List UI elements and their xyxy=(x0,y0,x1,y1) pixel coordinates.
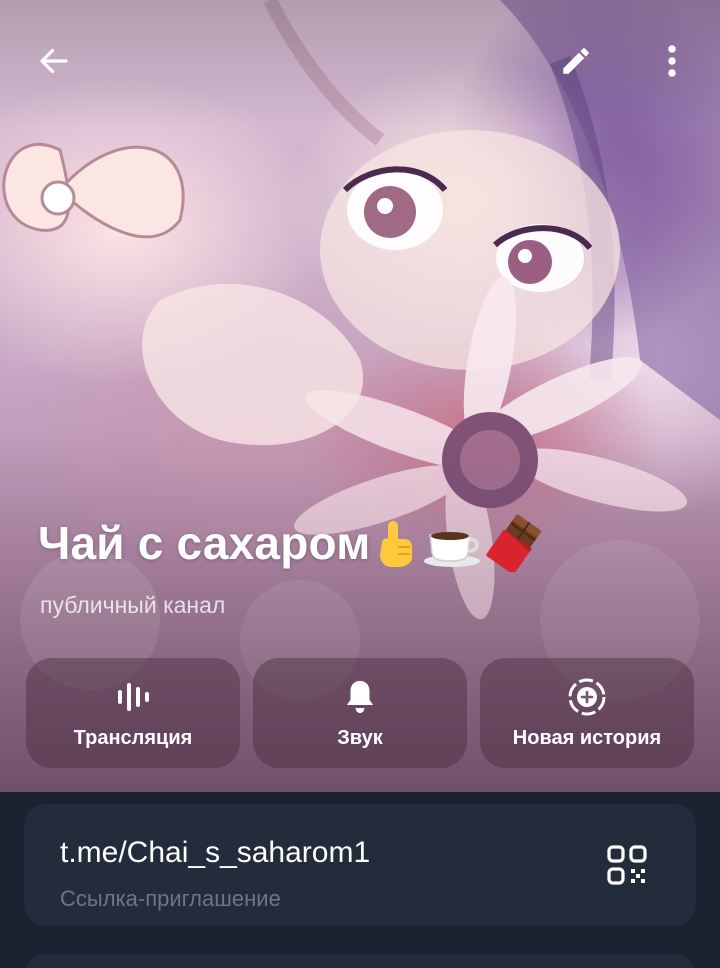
channel-type-subtitle: публичный канал xyxy=(40,592,226,618)
bell-icon xyxy=(342,677,378,717)
broadcast-icon xyxy=(115,677,151,717)
pointing-up-emoji-icon xyxy=(372,517,420,569)
channel-title: Чай с сахаром xyxy=(38,517,371,569)
edit-button[interactable] xyxy=(550,35,602,87)
sound-label: Звук xyxy=(337,726,383,749)
next-info-card xyxy=(24,954,696,968)
story-add-icon xyxy=(567,677,607,717)
more-options-button[interactable] xyxy=(646,35,698,87)
channel-info-section: t.me/Chai_s_saharom1 Ссылка-приглашение xyxy=(0,792,720,968)
coffee-emoji-icon xyxy=(422,517,484,569)
new-story-label: Новая история xyxy=(512,726,662,749)
invite-link-url[interactable]: t.me/Chai_s_saharom1 xyxy=(60,836,370,870)
invite-link-caption: Ссылка-приглашение xyxy=(60,886,281,911)
new-story-button[interactable]: Новая история xyxy=(480,658,694,768)
qr-code-button[interactable] xyxy=(592,830,662,900)
channel-title-row: Чай с сахаром xyxy=(38,514,544,572)
sound-button[interactable]: Звук xyxy=(253,658,467,768)
channel-profile-screen: Чай с сахаром публичный канал Трансляция… xyxy=(0,0,720,968)
broadcast-button[interactable]: Трансляция xyxy=(26,658,240,768)
qr-code-icon xyxy=(607,845,647,885)
broadcast-label: Трансляция xyxy=(73,726,193,749)
arrow-left-icon xyxy=(40,48,68,74)
more-vertical-icon xyxy=(668,45,676,77)
chocolate-emoji-icon xyxy=(486,514,544,572)
invite-link-card[interactable]: t.me/Chai_s_saharom1 Ссылка-приглашение xyxy=(24,804,696,926)
pencil-icon xyxy=(563,48,589,74)
action-buttons-row: Трансляция Звук Новая история xyxy=(26,658,694,768)
back-button[interactable] xyxy=(28,35,80,87)
